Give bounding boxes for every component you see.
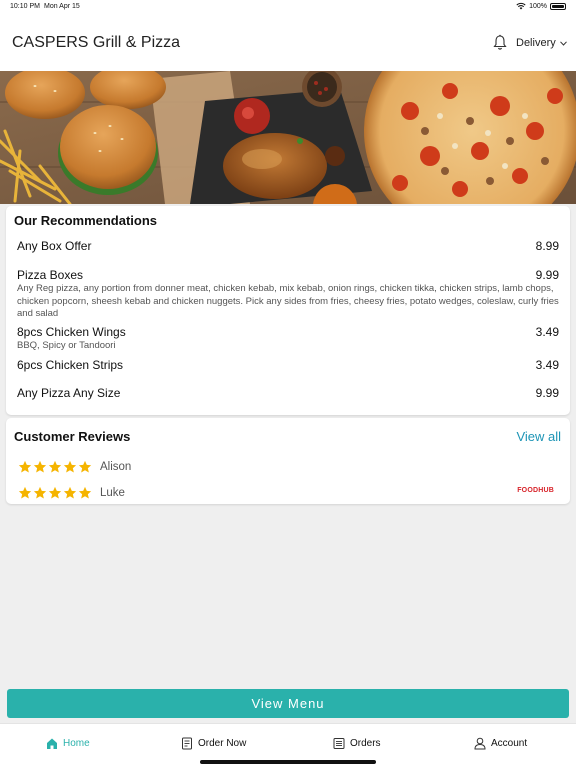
tab-order-now-label: Order Now [198, 738, 247, 749]
menu-item-price: 3.49 [535, 325, 559, 339]
tab-home-label: Home [63, 738, 90, 749]
tab-account-label: Account [491, 738, 528, 749]
menu-item-description: Any Reg pizza, any portion from donner m… [17, 283, 559, 319]
menu-item-price: 9.99 [535, 386, 559, 400]
star-rating [18, 460, 92, 474]
recommendations-title: Our Recommendations [14, 213, 158, 228]
menu-item-price: 9.99 [535, 268, 559, 282]
home-indicator [200, 760, 376, 764]
status-bar: 10:10 PM Mon Apr 15 100% [0, 0, 576, 14]
menu-item[interactable]: Any Box Offer 8.99 [17, 239, 559, 253]
menu-item-description: BBQ, Spicy or Tandoori [17, 340, 116, 351]
home-icon [47, 738, 57, 749]
menu-item-name: Any Pizza Any Size [17, 386, 121, 400]
menu-item[interactable]: 6pcs Chicken Strips 3.49 [17, 358, 559, 372]
battery-icon [550, 2, 566, 10]
hero-food-image [0, 71, 576, 204]
bottom-tab-bar: Home Order Now Orders Account [0, 723, 576, 768]
order-icon [182, 737, 192, 750]
wifi-icon [516, 2, 526, 10]
star-icon [18, 486, 32, 499]
tab-account[interactable]: Account [474, 737, 527, 750]
bell-icon[interactable] [492, 34, 508, 51]
review-item: Luke [18, 486, 125, 500]
delivery-mode-label: Delivery [516, 37, 556, 49]
tab-order-now[interactable]: Order Now [181, 737, 246, 750]
star-icon [63, 460, 77, 473]
restaurant-title: CASPERS Grill & Pizza [12, 34, 181, 51]
reviewer-name: Luke [100, 487, 125, 499]
view-all-link[interactable]: View all [516, 429, 561, 444]
star-icon [33, 486, 47, 499]
status-time: 10:10 PM [10, 3, 40, 10]
app-header: CASPERS Grill & Pizza Delivery [0, 14, 576, 71]
menu-item-price: 3.49 [535, 358, 559, 372]
star-icon [48, 460, 62, 473]
star-icon [78, 486, 92, 499]
status-indicators: 100% [516, 2, 566, 10]
foodhub-logo: FOODHUB [517, 487, 554, 494]
user-icon [474, 737, 486, 750]
menu-item[interactable]: 8pcs Chicken Wings 3.49 BBQ, Spicy or Ta… [17, 325, 559, 353]
view-menu-button[interactable]: View Menu [7, 689, 569, 718]
status-date: Mon Apr 15 [44, 3, 80, 10]
star-rating [18, 486, 92, 500]
menu-item[interactable]: Any Pizza Any Size 9.99 [17, 386, 559, 400]
customer-reviews-card: Customer Reviews View all Alison Luke FO… [6, 418, 570, 504]
menu-item-name: 6pcs Chicken Strips [17, 358, 124, 372]
recommendations-card: Our Recommendations Any Box Offer 8.99 P… [6, 206, 570, 415]
delivery-mode-dropdown[interactable]: Delivery [516, 37, 567, 49]
tab-home[interactable]: Home [46, 737, 90, 750]
reviewer-name: Alison [100, 461, 132, 473]
star-icon [18, 460, 32, 473]
tab-orders[interactable]: Orders [333, 737, 381, 750]
star-icon [63, 486, 77, 499]
menu-item[interactable]: Pizza Boxes 9.99 Any Reg pizza, any port… [17, 268, 559, 321]
chevron-down-icon [559, 40, 567, 46]
battery-percent: 100% [529, 2, 547, 10]
review-item: Alison [18, 460, 131, 474]
star-icon [78, 460, 92, 473]
tab-orders-label: Orders [350, 738, 381, 749]
menu-item-price: 8.99 [535, 239, 559, 253]
customer-reviews-title: Customer Reviews [14, 429, 131, 444]
menu-item-name: Any Box Offer [17, 239, 92, 253]
receipt-icon [333, 738, 345, 749]
menu-item-name: Pizza Boxes [17, 268, 84, 282]
star-icon [33, 460, 47, 473]
menu-item-name: 8pcs Chicken Wings [17, 325, 126, 339]
star-icon [48, 486, 62, 499]
